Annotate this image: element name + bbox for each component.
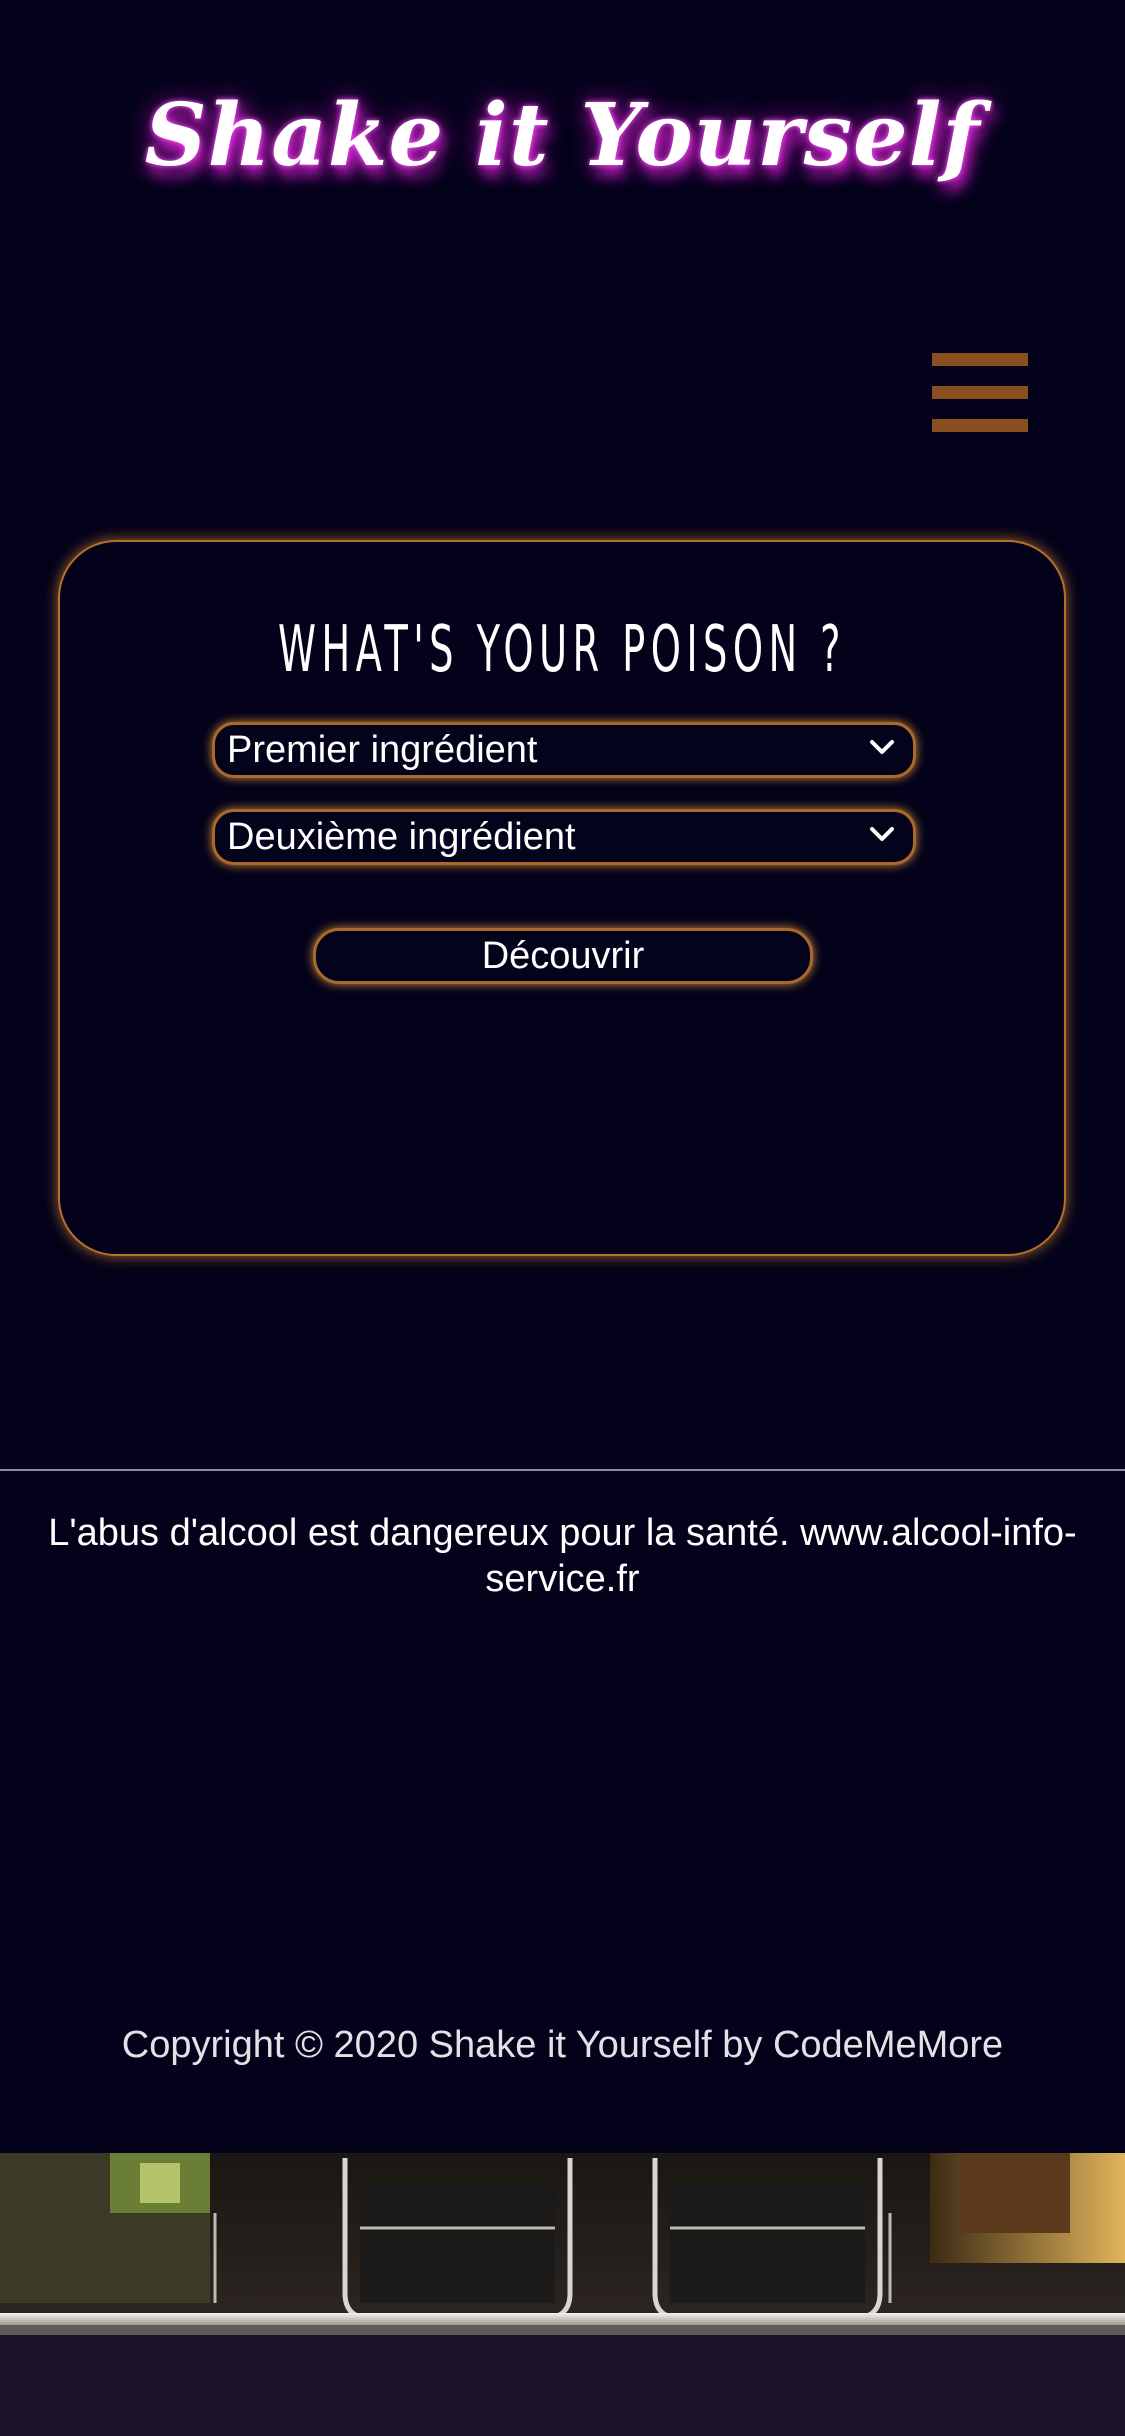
copyright-text: Copyright © 2020 Shake it Yourself by Co… [121,2024,1004,2066]
first-ingredient-select[interactable]: Premier ingrédient [212,722,916,778]
first-ingredient-value: Premier ingrédient [227,729,538,771]
health-warning: L'abus d'alcool est dangereux pour la sa… [48,1512,1077,1600]
chevron-down-icon [870,827,894,841]
bar-shelf-background-image [0,2153,1125,2436]
hamburger-menu-icon[interactable] [930,352,1030,438]
menu-bar-middle [932,386,1028,399]
menu-bar-top [932,353,1028,366]
site-title: Shake it Yourself [144,84,981,186]
discover-button[interactable]: Découvrir [313,928,813,984]
menu-bar-bottom [932,419,1028,432]
second-ingredient-select[interactable]: Deuxième ingrédient [212,809,916,865]
ingredient-search-card: WHAT'S YOUR POISON ? Premier ingrédient … [58,540,1066,1256]
footer-divider [0,1469,1125,1471]
card-title: WHAT'S YOUR POISON ? [278,613,846,687]
chevron-down-icon [870,740,894,754]
second-ingredient-value: Deuxième ingrédient [227,816,576,858]
